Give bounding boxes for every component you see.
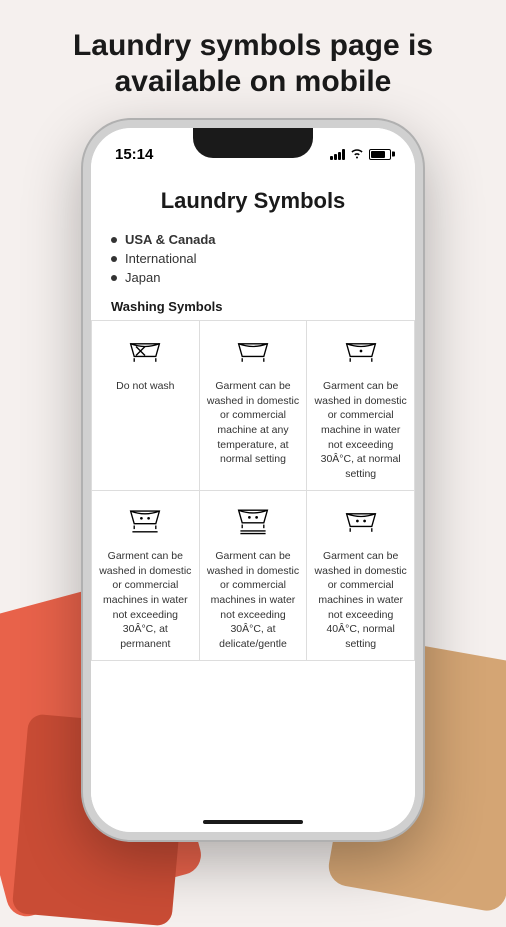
table-cell: Garment can be washed in domestic or com… (307, 490, 415, 660)
table-cell: Garment can be washed in domestic or com… (307, 321, 415, 491)
nav-links: USA & Canada International Japan (91, 222, 415, 295)
table-row: Garment can be washed in domestic or com… (92, 490, 415, 660)
nav-item-usa[interactable]: USA & Canada (111, 230, 395, 249)
nav-item-international[interactable]: International (111, 249, 395, 268)
wash-30-normal-icon (313, 329, 408, 373)
wash-30-delicate-icon (206, 499, 301, 543)
table-cell: Garment can be washed in domestic or com… (199, 490, 307, 660)
app-title: Laundry Symbols (111, 188, 395, 214)
battery-icon (369, 149, 391, 160)
section-header: Washing Symbols (91, 295, 415, 320)
home-indicator (203, 820, 303, 824)
symbol-desc: Garment can be washed in domestic or com… (206, 379, 301, 467)
signal-icon (330, 148, 345, 160)
phone-frame: 15:14 Laundry Symbols (83, 120, 423, 840)
symbol-desc: Garment can be washed in domestic or com… (313, 549, 408, 652)
bullet-icon (111, 256, 117, 262)
symbols-table: Do not wash Garment can be (91, 320, 415, 661)
app-header: Laundry Symbols (91, 172, 415, 222)
symbol-desc: Garment can be washed in domestic or com… (98, 549, 193, 652)
phone-content[interactable]: Laundry Symbols USA & Canada Internation… (91, 172, 415, 832)
status-icons (330, 147, 391, 162)
wash-40-normal-icon (313, 499, 408, 543)
wash-any-temp-icon (206, 329, 301, 373)
table-cell: Garment can be washed in domestic or com… (92, 490, 200, 660)
nav-item-japan[interactable]: Japan (111, 268, 395, 287)
bullet-icon (111, 237, 117, 243)
table-row: Do not wash Garment can be (92, 321, 415, 491)
wifi-icon (350, 147, 364, 162)
do-not-wash-icon (98, 329, 193, 373)
wash-30-perm-icon (98, 499, 193, 543)
symbol-desc: Do not wash (98, 379, 193, 394)
bullet-icon (111, 275, 117, 281)
table-cell: Do not wash (92, 321, 200, 491)
phone-notch (193, 128, 313, 158)
symbol-desc: Garment can be washed in domestic or com… (206, 549, 301, 652)
table-cell: Garment can be washed in domestic or com… (199, 321, 307, 491)
page-title: Laundry symbols page is available on mob… (43, 28, 463, 100)
symbol-desc: Garment can be washed in domestic or com… (313, 379, 408, 482)
status-time: 15:14 (115, 146, 153, 163)
